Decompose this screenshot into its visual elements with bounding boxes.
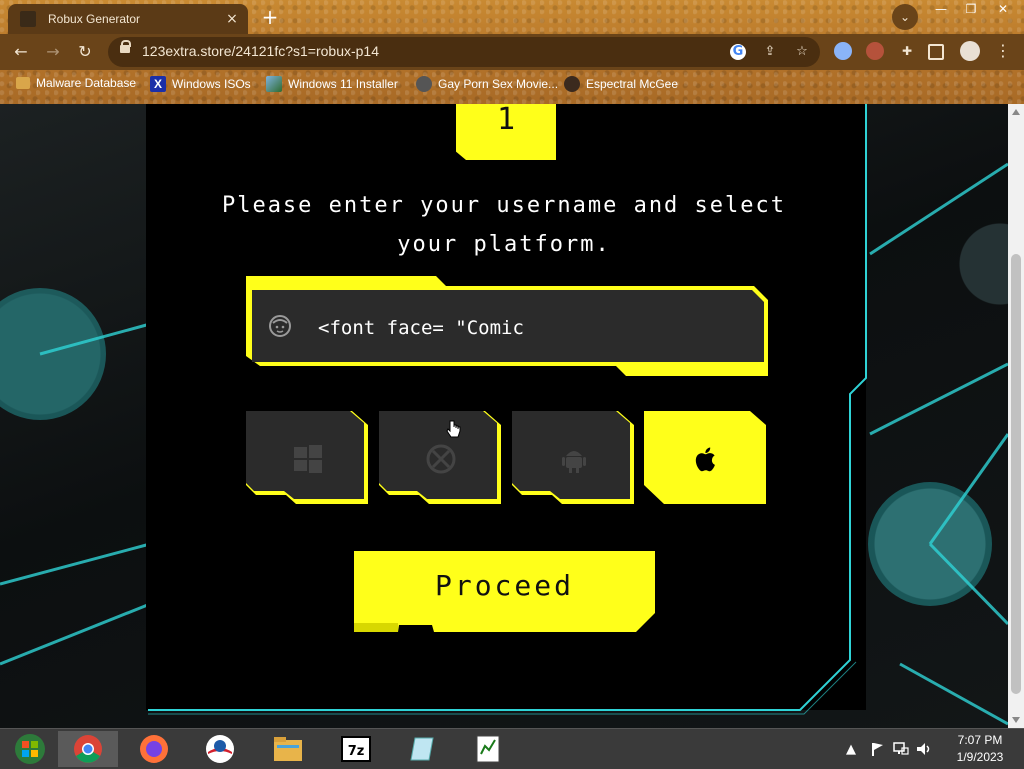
star-icon[interactable]: ☆ — [794, 44, 810, 60]
scroll-up-icon[interactable] — [1012, 109, 1020, 115]
tab-favicon — [20, 11, 36, 27]
taskbar-obama[interactable] — [190, 731, 250, 767]
proceed-label: Proceed — [434, 569, 574, 602]
minimize-button[interactable]: — — [926, 0, 956, 20]
share-icon[interactable]: ⇪ — [762, 44, 778, 60]
clock-time: 7:07 PM — [957, 733, 1003, 747]
action-center-flag-icon[interactable] — [870, 742, 884, 756]
forward-button[interactable]: → — [40, 40, 66, 64]
tab-search-button[interactable]: ⌄ — [892, 4, 918, 30]
platform-android-button[interactable] — [512, 411, 636, 504]
user-face-icon — [269, 315, 291, 337]
username-input[interactable] — [318, 312, 738, 344]
page-scrollbar[interactable] — [1008, 104, 1024, 728]
image-icon — [266, 76, 282, 92]
address-bar[interactable]: 123extra.store/24121fc?s1=robux-p14 G ⇪ … — [108, 37, 820, 67]
side-panel-icon[interactable] — [928, 44, 944, 60]
browser-chrome: Robux Generator × + ⌄ — ❐ ✕ ← → ↻ 123ext… — [0, 0, 1024, 104]
tab-strip: Robux Generator × + ⌄ — ❐ ✕ — [0, 0, 1024, 34]
bookmark-site[interactable]: Gay Porn Sex Movie... — [416, 76, 558, 92]
taskbar-notepad[interactable] — [392, 731, 452, 767]
taskbar-file-explorer[interactable] — [258, 731, 318, 767]
apple-icon — [695, 447, 715, 472]
extension-avatar-icon[interactable] — [866, 42, 884, 60]
taskbar-firefox[interactable] — [124, 731, 184, 767]
tab-robux-generator[interactable]: Robux Generator × — [8, 4, 248, 34]
obama-icon — [206, 735, 234, 763]
bookmarks-bar: Malware Database X Windows ISOs Windows … — [0, 70, 1024, 100]
bookmark-windows-11-installer[interactable]: Windows 11 Installer — [266, 76, 398, 92]
url-text[interactable]: 123extra.store/24121fc?s1=robux-p14 — [142, 43, 379, 59]
folder-icon — [16, 77, 30, 89]
platform-xbox-button[interactable] — [379, 411, 503, 504]
profile-icon[interactable] — [960, 41, 980, 61]
instruction-text: Please enter your username and select yo… — [221, 193, 787, 257]
restore-button[interactable]: ❐ — [956, 0, 986, 20]
bookmark-windows-isos[interactable]: X Windows ISOs — [150, 76, 251, 92]
reload-button[interactable]: ↻ — [72, 40, 98, 64]
notepad-icon — [410, 737, 434, 761]
explorer-icon — [274, 737, 302, 761]
extension-flag-icon[interactable] — [834, 42, 852, 60]
android-icon — [562, 451, 586, 473]
tab-close-icon[interactable]: × — [222, 11, 242, 27]
bookmark-malware-database[interactable]: Malware Database — [16, 76, 136, 90]
windows-taskbar: 7z ▲ 7:07 PM 1/9/2023 — [0, 728, 1024, 769]
x-icon: X — [150, 76, 166, 92]
lock-icon[interactable] — [120, 40, 131, 53]
editor-icon — [476, 735, 500, 763]
taskbar-chrome[interactable] — [58, 731, 118, 767]
back-button[interactable]: ← — [8, 40, 34, 64]
scroll-down-icon[interactable] — [1012, 717, 1020, 723]
start-icon — [15, 734, 45, 764]
tray-expand-icon[interactable]: ▲ — [846, 729, 856, 769]
volume-icon[interactable] — [916, 741, 932, 757]
7zip-icon: 7z — [341, 736, 371, 762]
bookmark-espectral-mcgee[interactable]: Espectral McGee — [564, 76, 678, 92]
site-icon — [416, 76, 432, 92]
system-clock[interactable]: 7:07 PM 1/9/2023 — [940, 732, 1020, 766]
clock-date: 1/9/2023 — [956, 750, 1004, 764]
hand-cursor-icon — [446, 420, 461, 438]
proceed-button[interactable]: Proceed — [354, 551, 655, 632]
platform-windows-button[interactable] — [246, 411, 370, 504]
taskbar-editor[interactable] — [458, 731, 518, 767]
scrollbar-thumb[interactable] — [1011, 254, 1021, 694]
google-icon[interactable]: G — [730, 44, 746, 60]
network-icon[interactable] — [893, 741, 909, 757]
step-number-badge: 1 — [456, 104, 556, 160]
extensions-puzzle-icon[interactable]: ✚ — [898, 42, 916, 60]
firefox-icon — [140, 735, 168, 763]
windows-icon — [294, 445, 322, 473]
menu-kebab-icon[interactable]: ⋮ — [994, 42, 1012, 60]
xbox-icon — [426, 444, 456, 474]
close-window-button[interactable]: ✕ — [988, 0, 1018, 20]
chrome-icon — [74, 735, 102, 763]
new-tab-button[interactable]: + — [258, 6, 282, 30]
avatar-icon — [564, 76, 580, 92]
platform-apple-button[interactable] — [644, 411, 768, 504]
taskbar-7zip[interactable]: 7z — [326, 731, 386, 767]
svg-text:7z: 7z — [348, 744, 365, 759]
tab-title: Robux Generator — [48, 12, 141, 26]
start-button[interactable] — [0, 731, 60, 767]
